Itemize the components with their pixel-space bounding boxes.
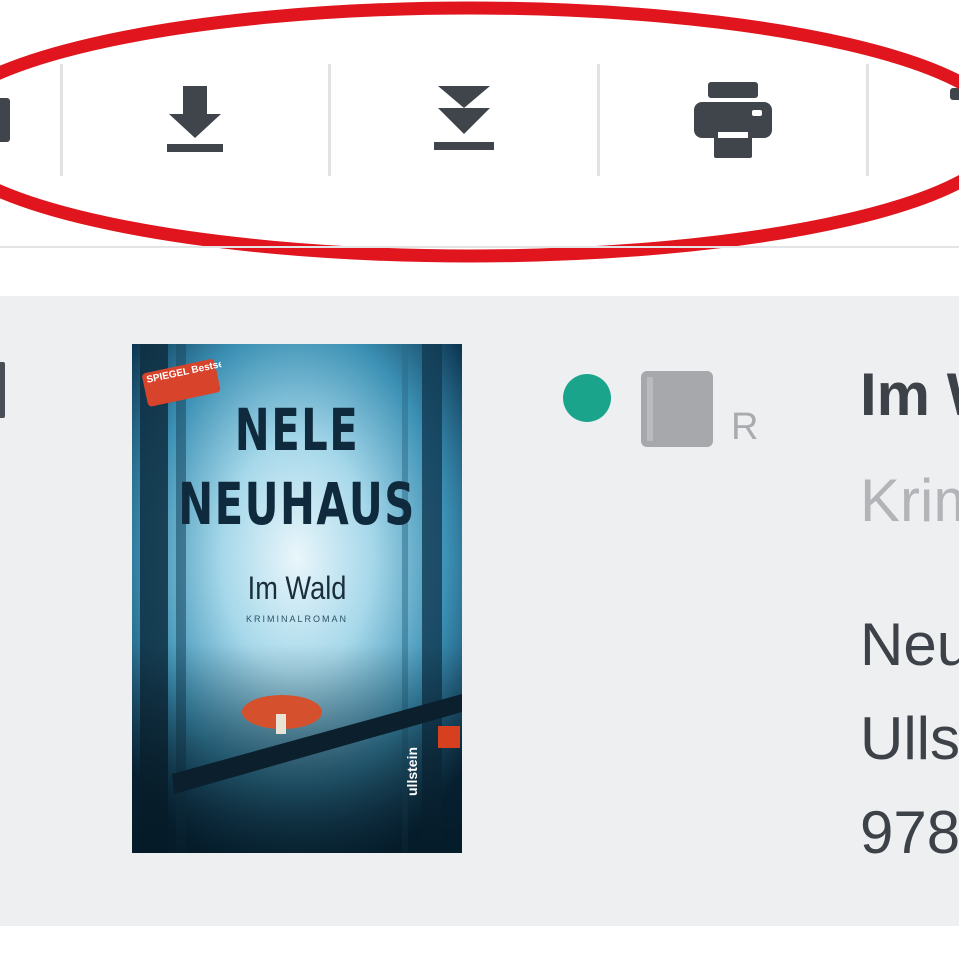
cover-author-line-2: NEUHAUS xyxy=(178,470,416,538)
cover-subtitle: KRIMINALROMAN xyxy=(245,614,348,624)
toolbar-divider xyxy=(60,64,63,176)
print-icon xyxy=(694,82,772,158)
download-button[interactable] xyxy=(140,66,250,174)
print-button[interactable] xyxy=(678,66,788,174)
result-author: Neuhaus, Nele xyxy=(860,611,959,678)
cover-author-line-1: NELE xyxy=(234,396,360,464)
book-cover-image[interactable]: SPIEGEL Bestseller NELE NEUHAUS Im Wald … xyxy=(132,344,462,853)
result-title-link[interactable]: Im Wald xyxy=(860,362,959,428)
download-all-icon xyxy=(434,86,494,150)
book-icon xyxy=(641,371,713,447)
result-select-checkbox[interactable] xyxy=(0,362,5,418)
download-all-button[interactable] xyxy=(409,66,519,174)
toolbar-partial-left-icon[interactable] xyxy=(0,98,10,142)
toolbar-divider xyxy=(328,64,331,176)
availability-indicator xyxy=(563,374,611,422)
toolbar-separator xyxy=(0,246,959,248)
toolbar-partial-right-icon[interactable] xyxy=(950,88,959,100)
media-type-label: R xyxy=(731,406,759,448)
toolbar-divider xyxy=(866,64,869,176)
page: SPIEGEL Bestseller NELE NEUHAUS Im Wald … xyxy=(0,0,959,959)
result-isbn: 9783548287294 xyxy=(860,799,959,866)
cover-publisher-mark: ullstein xyxy=(404,746,420,796)
toolbar-divider xyxy=(597,64,600,176)
download-icon xyxy=(167,86,223,152)
result-publisher: Ullstein xyxy=(860,705,959,772)
cover-title: Im Wald xyxy=(247,570,347,606)
result-toolbar xyxy=(0,0,959,263)
search-result-item[interactable]: SPIEGEL Bestseller NELE NEUHAUS Im Wald … xyxy=(0,296,959,926)
result-genre: Krimi xyxy=(860,467,959,534)
